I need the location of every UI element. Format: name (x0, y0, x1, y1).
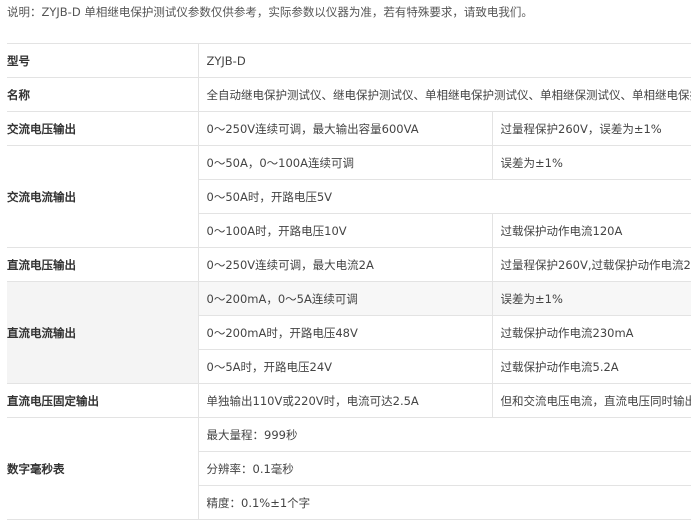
row-value-ac-voltage: 0～250V连续可调，最大输出容量600VA (198, 111, 493, 146)
row-value-dc-fixed: 单独输出110V或220V时，电流可达2.5A (198, 383, 493, 418)
row-extra-dc-fixed: 但和交流电压电流，直流电压同时输出时 (492, 383, 691, 418)
table-row: 直流电流输出 0～200mA，0～5A连续可调 误差为±1% (7, 281, 691, 384)
table-row: 直流电压固定输出 单独输出110V或220V时，电流可达2.5A 但和交流电压电… (7, 383, 691, 418)
table-row: 交流电流输出 0～50A，0～100A连续可调 误差为±1% (7, 145, 691, 248)
table-row: 直流电压输出 0～250V连续可调，最大电流2A 过量程保护260V,过载保护动… (7, 247, 691, 282)
row-value-dc-current-3: 0～5A时，开路电压24V (198, 349, 493, 384)
row-value-dc-voltage: 0～250V连续可调，最大电流2A (198, 247, 493, 282)
row-label-name: 名称 (7, 77, 199, 112)
spec-note: 说明：ZYJB-D 单相继电保护测试仪参数仅供参考，实际参数以仪器为准，若有特殊… (7, 5, 533, 19)
row-label-ac-current: 交流电流输出 (7, 145, 199, 248)
row-label-model: 型号 (7, 43, 199, 78)
table-row: 型号 ZYJB-D (7, 43, 691, 78)
row-value-ac-current-2: 0～50A时，开路电压5V (198, 179, 691, 214)
table-row: 交流电压输出 0～250V连续可调，最大输出容量600VA 过量程保护260V，… (7, 111, 691, 146)
row-value-ac-current-1: 0～50A，0～100A连续可调 (198, 145, 493, 180)
row-value-ac-current-3: 0～100A时，开路电压10V (198, 213, 493, 248)
row-extra-ac-current-1: 误差为±1% (492, 145, 691, 180)
row-value-model: ZYJB-D (198, 43, 691, 78)
row-extra-dc-current-2: 过载保护动作电流230mA (492, 315, 691, 350)
row-value-timer-3: 精度：0.1%±1个字 (198, 485, 691, 520)
table-row: 数字毫秒表 最大量程：999秒 (7, 417, 691, 520)
spec-table: 型号 ZYJB-D 名称 全自动继电保护测试仪、继电保护测试仪、单相继电保护测试… (7, 43, 691, 520)
row-value-dc-current-2: 0～200mA时，开路电压48V (198, 315, 493, 350)
row-label-ac-voltage: 交流电压输出 (7, 111, 199, 146)
row-value-dc-current-1: 0～200mA，0～5A连续可调 (198, 281, 493, 316)
row-value-name: 全自动继电保护测试仪、继电保护测试仪、单相继电保护测试仪、单相继保测试仪、单相继… (198, 77, 691, 112)
row-label-dc-fixed: 直流电压固定输出 (7, 383, 199, 418)
row-label-timer: 数字毫秒表 (7, 417, 199, 520)
row-label-dc-voltage: 直流电压输出 (7, 247, 199, 282)
row-value-timer-1: 最大量程：999秒 (198, 417, 691, 452)
row-label-dc-current: 直流电流输出 (7, 281, 199, 384)
row-extra-ac-voltage: 过量程保护260V，误差为±1% (492, 111, 691, 146)
row-value-timer-2: 分辨率：0.1毫秒 (198, 451, 691, 486)
table-row: 名称 全自动继电保护测试仪、继电保护测试仪、单相继电保护测试仪、单相继保测试仪、… (7, 77, 691, 112)
row-extra-dc-voltage: 过量程保护260V,过载保护动作电流2.2A (492, 247, 691, 282)
row-extra-dc-current-3: 过载保护动作电流5.2A (492, 349, 691, 384)
row-extra-ac-current-3: 过载保护动作电流120A (492, 213, 691, 248)
row-extra-dc-current-1: 误差为±1% (492, 281, 691, 316)
